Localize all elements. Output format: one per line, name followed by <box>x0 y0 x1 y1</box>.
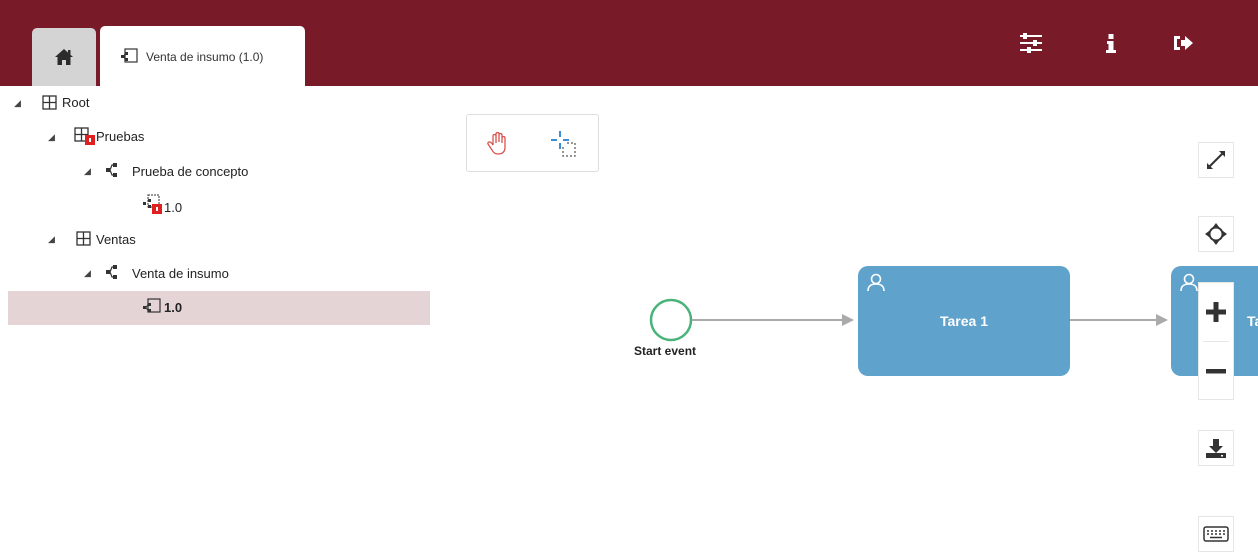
top-bar: Venta de insumo (1.0) <box>0 0 1258 88</box>
collapse-caret-icon[interactable]: ◢ <box>14 98 21 109</box>
zoom-in-button[interactable] <box>1199 283 1233 341</box>
tree-node-prueba-de-concepto[interactable]: ◢ Prueba de concepto <box>0 154 430 188</box>
hand-tool-button[interactable] <box>483 129 513 159</box>
tab-venta-de-insumo[interactable]: Venta de insumo (1.0) <box>100 26 305 88</box>
tree-node-label: Venta de insumo <box>132 266 229 281</box>
tool-palette <box>466 114 599 172</box>
logout-icon <box>1174 36 1193 50</box>
task-label: Tarea 1 <box>940 313 988 329</box>
zoom-controls <box>1198 282 1234 400</box>
user-task-icon <box>1180 273 1198 292</box>
keyboard-shortcuts-button[interactable] <box>1198 516 1234 552</box>
keyboard-icon <box>1203 526 1229 542</box>
tree-node-venta-de-insumo[interactable]: ◢ Venta de insumo <box>0 256 430 290</box>
sliders-icon <box>1020 33 1042 53</box>
zoom-out-button[interactable] <box>1199 342 1233 400</box>
grid-icon <box>42 95 57 110</box>
grid-locked-icon <box>74 127 95 145</box>
task-tarea-1[interactable]: Tarea 1 <box>858 266 1070 376</box>
hand-tool-icon <box>487 131 506 155</box>
download-icon <box>1206 439 1226 458</box>
task-label: Ta <box>1247 313 1258 329</box>
process-version-icon <box>121 48 138 63</box>
info-icon <box>1106 34 1116 53</box>
logout-button[interactable] <box>1170 30 1196 56</box>
tree-node-version[interactable]: 1.0 <box>0 188 430 222</box>
collapse-caret-icon[interactable]: ◢ <box>84 166 91 177</box>
collapse-caret-icon[interactable]: ◢ <box>48 234 55 245</box>
version-locked-icon <box>143 194 162 214</box>
user-task-icon <box>867 273 885 292</box>
tree-node-label: Prueba de concepto <box>132 164 249 179</box>
tree-node-pruebas[interactable]: ◢ Pruebas <box>0 120 430 154</box>
process-tree: ◢ Root ◢ Pruebas ◢ Prueba de concepto 1.… <box>0 86 430 560</box>
active-tab-label: Venta de insumo (1.0) <box>146 50 264 64</box>
lasso-tool-button[interactable] <box>549 129 579 159</box>
arrow-head <box>842 314 854 326</box>
start-event-label: Start event <box>634 344 697 358</box>
tree-node-label: Ventas <box>96 232 136 247</box>
tree-node-label: 1.0 <box>164 300 183 315</box>
download-button[interactable] <box>1198 430 1234 466</box>
tree-node-label: Root <box>62 95 90 110</box>
collapse-caret-icon[interactable]: ◢ <box>48 132 55 143</box>
lasso-tool-icon <box>551 131 576 157</box>
tree-node-label: Pruebas <box>96 129 145 144</box>
fit-viewport-icon <box>1207 151 1225 169</box>
version-icon <box>143 298 161 313</box>
process-icon <box>106 163 117 177</box>
tree-node-version-selected[interactable]: 1.0 <box>8 291 430 325</box>
process-icon <box>106 265 117 279</box>
zoom-in-icon <box>1206 302 1226 322</box>
grid-icon <box>76 231 91 246</box>
settings-button[interactable] <box>1018 30 1044 56</box>
collapse-caret-icon[interactable]: ◢ <box>84 268 91 279</box>
fit-viewport-button[interactable] <box>1198 142 1234 178</box>
zoom-out-icon <box>1206 369 1226 374</box>
start-event[interactable] <box>649 298 693 342</box>
center-icon <box>1205 223 1227 245</box>
home-icon <box>55 49 73 65</box>
arrow-head <box>1156 314 1168 326</box>
home-tab[interactable] <box>32 28 96 86</box>
info-button[interactable] <box>1098 30 1124 56</box>
center-button[interactable] <box>1198 216 1234 252</box>
tree-node-ventas[interactable]: ◢ Ventas <box>0 222 430 256</box>
tree-node-root[interactable]: ◢ Root <box>0 86 430 120</box>
tree-node-label: 1.0 <box>164 200 183 215</box>
